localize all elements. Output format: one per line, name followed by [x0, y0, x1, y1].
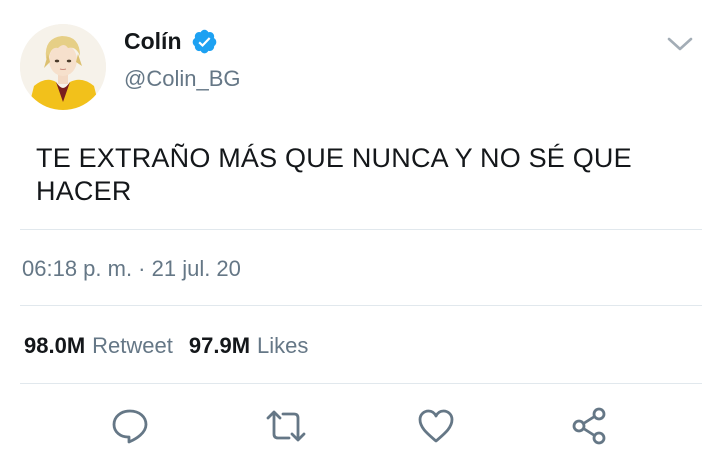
heart-icon: [418, 409, 454, 443]
avatar[interactable]: [20, 24, 106, 110]
likes-label[interactable]: Likes: [257, 333, 308, 359]
tweet-text-line: HACER: [36, 176, 132, 206]
avatar-illustration: [20, 24, 106, 110]
retweet-button[interactable]: [264, 404, 308, 448]
tweet-stats: 98.0M Retweet 97.9M Likes: [24, 333, 308, 359]
user-handle[interactable]: @Colin_BG: [124, 66, 241, 92]
retweet-count[interactable]: 98.0M: [24, 333, 85, 359]
reply-button[interactable]: [108, 404, 152, 448]
divider: [20, 383, 702, 384]
likes-count[interactable]: 97.9M: [189, 333, 250, 359]
like-button[interactable]: [414, 404, 458, 448]
share-button[interactable]: [568, 404, 612, 448]
tweet-text: TE EXTRAÑO MÁS QUE NUNCA Y NO SÉ QUE HAC…: [36, 142, 676, 208]
display-name-row: Colín: [124, 28, 218, 55]
tweet-text-line: TE EXTRAÑO MÁS QUE NUNCA Y NO SÉ QUE: [36, 143, 632, 173]
share-icon: [572, 407, 606, 445]
divider: [20, 305, 702, 306]
reply-icon: [112, 409, 148, 444]
verified-badge-icon: [191, 28, 218, 55]
tweet-card: Colín @Colin_BG TE EXTRAÑO MÁS QUE NUNCA…: [0, 0, 720, 476]
chevron-down-icon[interactable]: [666, 34, 694, 54]
tweet-timestamp[interactable]: 06:18 p. m. · 21 jul. 20: [22, 256, 241, 282]
display-name[interactable]: Colín: [124, 28, 182, 55]
divider: [20, 229, 702, 230]
retweet-icon: [266, 410, 306, 442]
retweet-label[interactable]: Retweet: [92, 333, 173, 359]
